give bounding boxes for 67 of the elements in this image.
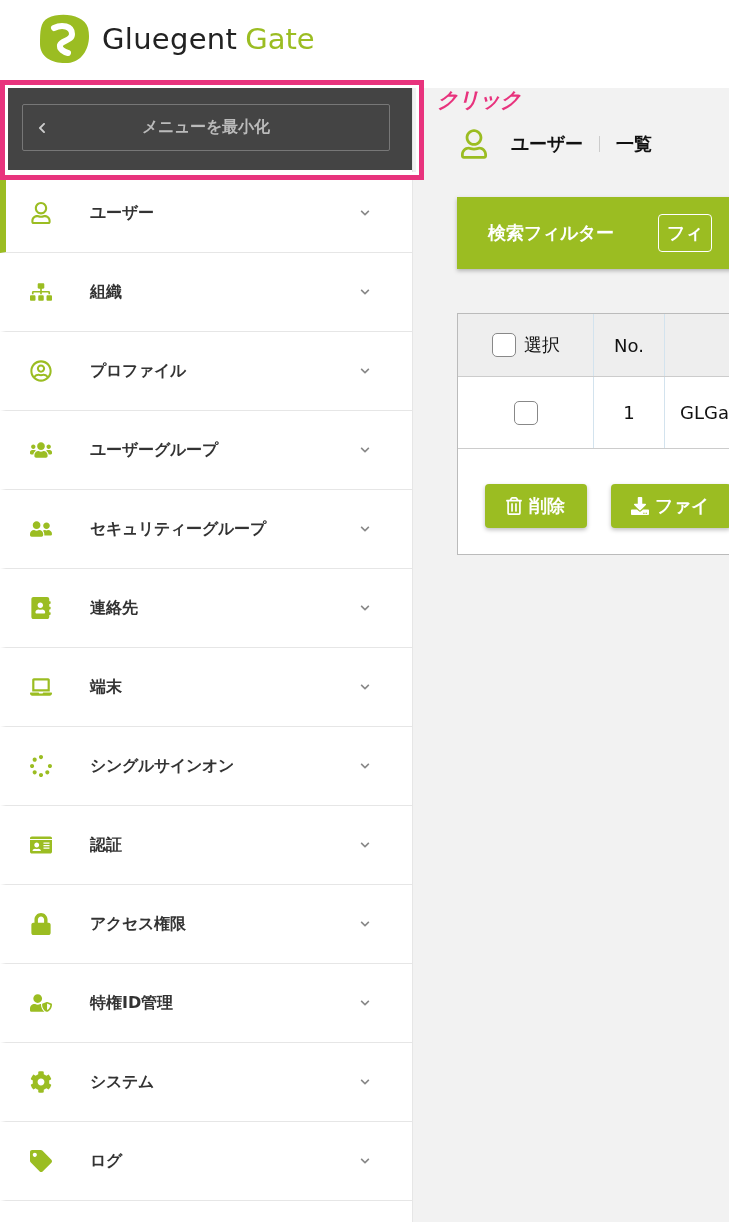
sidebar-item[interactable]: 連絡先 <box>0 569 412 648</box>
chevron-down-icon <box>358 445 372 455</box>
filter-title: 検索フィルター <box>488 221 614 245</box>
sidebar-item[interactable]: 端末 <box>0 648 412 727</box>
chevron-down-icon <box>358 366 372 376</box>
sidebar-item-label: 端末 <box>90 676 123 698</box>
checkbox[interactable] <box>513 400 538 425</box>
chevron-down-icon <box>358 998 372 1008</box>
tag-icon <box>30 1150 52 1172</box>
sidebar-item[interactable]: 組織 <box>0 253 412 332</box>
chevron-down-icon <box>358 761 372 771</box>
sidebar-item-label: アクセス権限 <box>90 913 187 935</box>
logo-icon <box>38 14 90 64</box>
sidebar-item-label: セキュリティーグループ <box>90 518 268 540</box>
sidebar-item-label: ログ <box>90 1150 124 1172</box>
sidebar-item-label: プロファイル <box>90 360 187 382</box>
chevron-down-icon <box>358 682 372 692</box>
logo-text: Gluegent <box>102 22 238 56</box>
sidebar-item-label: シングルサインオン <box>90 755 235 777</box>
sidebar-item-label: システム <box>90 1071 155 1093</box>
sidebar-item[interactable]: 特権ID管理 <box>0 964 412 1043</box>
collapse-menu-button[interactable]: メニューを最小化 <box>22 104 390 151</box>
id-card-icon <box>30 834 52 856</box>
annotation-text: クリック <box>437 87 521 114</box>
users-icon <box>30 439 52 461</box>
address-book-icon <box>30 597 52 619</box>
settings-icon <box>30 1071 52 1093</box>
header-label: No. <box>614 334 644 356</box>
two-people-icon <box>30 518 52 540</box>
logo-text: Gate <box>245 22 315 56</box>
sidebar-item-label: 認証 <box>90 834 123 856</box>
chevron-left-icon <box>37 121 47 134</box>
breadcrumb-item: 一覧 <box>616 132 652 156</box>
chevron-down-icon <box>358 208 372 218</box>
sidebar-item[interactable]: 認証 <box>0 806 412 885</box>
chevron-down-icon <box>358 524 372 534</box>
download-icon <box>631 497 649 515</box>
chevron-down-icon <box>358 1077 372 1087</box>
sidebar-item[interactable]: システム <box>0 1043 412 1122</box>
sitemap-icon <box>30 281 52 303</box>
sidebar-item[interactable]: ユーザーグループ <box>0 411 412 490</box>
table-cell-text: GLGa <box>679 401 729 425</box>
sidebar-item-label: 連絡先 <box>90 597 139 619</box>
checkbox[interactable] <box>491 333 516 357</box>
breadcrumb-item: ユーザー <box>511 132 583 156</box>
sidebar-item-label: 特権ID管理 <box>90 992 175 1014</box>
sidebar-item-label: 組織 <box>90 281 123 303</box>
chevron-down-icon <box>358 919 372 929</box>
sidebar-item[interactable]: セキュリティーグループ <box>0 490 412 569</box>
chevron-down-icon <box>358 840 372 850</box>
chevron-down-icon <box>358 603 372 613</box>
sidebar-item[interactable]: ログ <box>0 1122 412 1201</box>
sidebar-item[interactable]: アクセス権限 <box>0 885 412 964</box>
user-icon <box>461 129 487 159</box>
chevron-down-icon <box>358 287 372 297</box>
laptop-icon <box>30 676 52 698</box>
user-shield-icon <box>30 992 52 1014</box>
lock-icon <box>30 913 52 935</box>
sidebar-item-label: ユーザー <box>90 202 155 224</box>
sidebar-item[interactable]: シングルサインオン <box>0 727 412 806</box>
user-icon <box>30 202 52 224</box>
header-label: 選択 <box>523 333 560 357</box>
table-cell: 1 <box>594 377 665 448</box>
sidebar-item-label: ユーザーグループ <box>90 439 220 461</box>
trash-icon <box>505 497 523 515</box>
chevron-down-icon <box>358 1156 372 1166</box>
sidebar-item[interactable]: プロファイル <box>0 332 412 411</box>
